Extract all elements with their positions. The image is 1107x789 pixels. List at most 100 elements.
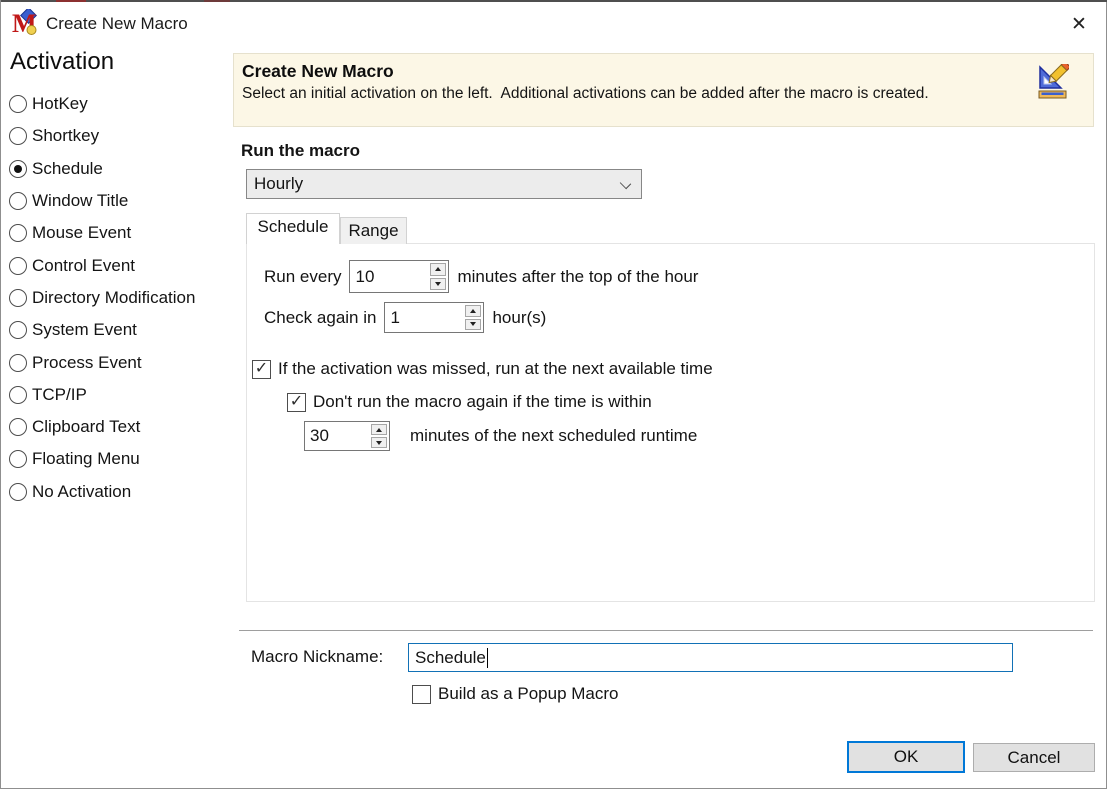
radio-icon <box>9 289 27 307</box>
ok-button[interactable]: OK <box>847 741 965 773</box>
triangle-down-icon <box>435 282 441 286</box>
sidebar-item-schedule[interactable]: Schedule <box>9 153 231 185</box>
checkmark-icon: ✓ <box>290 394 303 410</box>
radio-icon <box>9 127 27 145</box>
check-again-row: Check again in 1 hour(s) <box>264 302 546 333</box>
radio-icon <box>9 224 27 242</box>
spinner-buttons <box>371 424 387 448</box>
radio-icon <box>9 257 27 275</box>
close-icon[interactable]: ✕ <box>1059 8 1099 40</box>
sidebar-item-label: Clipboard Text <box>32 417 140 437</box>
triangle-up-icon <box>376 428 382 432</box>
within-minutes-spinner[interactable]: 30 <box>304 421 390 451</box>
sidebar-item-label: System Event <box>32 320 137 340</box>
banner-subtitle: Select an initial activation on the left… <box>242 85 1093 103</box>
window-title: Create New Macro <box>46 14 188 34</box>
cancel-button[interactable]: Cancel <box>973 743 1095 772</box>
macro-express-app-icon: M <box>12 9 39 37</box>
check-again-suffix: hour(s) <box>492 308 546 328</box>
check-again-spinner[interactable]: 1 <box>384 302 484 333</box>
triangle-up-icon <box>435 267 441 271</box>
sidebar-item-clipboard-text[interactable]: Clipboard Text <box>9 411 231 443</box>
within-minutes-suffix: minutes of the next scheduled runtime <box>410 426 697 446</box>
chevron-down-icon <box>620 178 631 189</box>
spinner-down-button[interactable] <box>465 319 481 331</box>
schedule-tab-panel: Run every 10 minutes after the top of th… <box>246 243 1095 602</box>
run-every-row: Run every 10 minutes after the top of th… <box>264 260 698 293</box>
spinner-down-button[interactable] <box>371 437 387 448</box>
sidebar-item-label: Window Title <box>32 191 128 211</box>
sidebar-item-tcpip[interactable]: TCP/IP <box>9 379 231 411</box>
frequency-dropdown[interactable]: Hourly <box>246 169 642 199</box>
sidebar-item-floating-menu[interactable]: Floating Menu <box>9 443 231 475</box>
dont-run-again-label: Don't run the macro again if the time is… <box>313 392 652 412</box>
tab-label: Range <box>348 221 398 241</box>
sidebar-item-label: TCP/IP <box>32 385 87 405</box>
check-again-value: 1 <box>390 308 399 328</box>
missed-activation-checkbox[interactable]: ✓ <box>252 360 271 379</box>
frequency-selected-value: Hourly <box>254 174 303 194</box>
spinner-up-button[interactable] <box>430 263 446 276</box>
radio-icon <box>9 95 27 113</box>
sidebar-item-label: Control Event <box>32 256 135 276</box>
sidebar-item-label: Process Event <box>32 353 142 373</box>
macro-nickname-label: Macro Nickname: <box>251 647 383 667</box>
sidebar-item-label: Floating Menu <box>32 449 140 469</box>
radio-icon <box>9 160 27 178</box>
spinner-up-button[interactable] <box>371 424 387 435</box>
sidebar-item-label: HotKey <box>32 94 88 114</box>
text-caret <box>487 648 488 668</box>
sidebar-item-label: Schedule <box>32 159 103 179</box>
run-every-suffix: minutes after the top of the hour <box>457 267 698 287</box>
sidebar-item-directory-modification[interactable]: Directory Modification <box>9 282 231 314</box>
radio-icon <box>9 354 27 372</box>
radio-icon <box>9 450 27 468</box>
sidebar-item-hotkey[interactable]: HotKey <box>9 88 231 120</box>
radio-icon <box>9 321 27 339</box>
popup-macro-row: ✓ Build as a Popup Macro <box>412 684 619 704</box>
sidebar-item-window-title[interactable]: Window Title <box>9 185 231 217</box>
drafting-tools-icon <box>1037 64 1069 100</box>
tab-range[interactable]: Range <box>340 217 407 244</box>
dont-run-again-checkbox[interactable]: ✓ <box>287 393 306 412</box>
check-again-label: Check again in <box>264 308 376 328</box>
activation-heading: Activation <box>10 48 114 76</box>
sidebar-item-no-activation[interactable]: No Activation <box>9 476 231 508</box>
info-banner: Create New Macro Select an initial activ… <box>233 53 1094 127</box>
triangle-up-icon <box>470 309 476 313</box>
popup-macro-label: Build as a Popup Macro <box>438 684 619 704</box>
within-minutes-row: 30 minutes of the next scheduled runtime <box>304 421 697 451</box>
triangle-down-icon <box>376 441 382 445</box>
sidebar-item-mouse-event[interactable]: Mouse Event <box>9 217 231 249</box>
macro-nickname-input[interactable]: Schedule <box>408 643 1013 672</box>
radio-icon <box>9 192 27 210</box>
run-the-macro-heading: Run the macro <box>241 141 360 161</box>
tab-schedule[interactable]: Schedule <box>246 213 340 244</box>
run-every-spinner[interactable]: 10 <box>349 260 449 293</box>
sidebar-item-label: Mouse Event <box>32 223 131 243</box>
run-every-label: Run every <box>264 267 341 287</box>
sidebar-item-label: No Activation <box>32 482 131 502</box>
spinner-buttons <box>430 263 446 290</box>
sidebar-item-control-event[interactable]: Control Event <box>9 249 231 281</box>
sidebar-item-process-event[interactable]: Process Event <box>9 346 231 378</box>
sidebar-item-shortkey[interactable]: Shortkey <box>9 120 231 152</box>
radio-icon <box>9 483 27 501</box>
missed-activation-row: ✓ If the activation was missed, run at t… <box>252 359 713 379</box>
popup-macro-checkbox[interactable]: ✓ <box>412 685 431 704</box>
footer-divider <box>239 630 1093 631</box>
radio-icon <box>9 418 27 436</box>
spinner-down-button[interactable] <box>430 278 446 291</box>
dont-run-again-row: ✓ Don't run the macro again if the time … <box>287 392 652 412</box>
activation-radio-list: HotKey Shortkey Schedule Window Title Mo… <box>9 88 231 508</box>
spinner-buttons <box>465 305 481 330</box>
checkmark-icon: ✓ <box>255 361 268 377</box>
radio-icon <box>9 386 27 404</box>
spinner-up-button[interactable] <box>465 305 481 317</box>
within-minutes-value: 30 <box>310 426 329 446</box>
sidebar-item-system-event[interactable]: System Event <box>9 314 231 346</box>
missed-activation-label: If the activation was missed, run at the… <box>278 359 713 379</box>
sidebar-item-label: Shortkey <box>32 126 99 146</box>
run-every-value: 10 <box>355 267 374 287</box>
create-new-macro-dialog: M Create New Macro ✕ Activation HotKey S… <box>0 0 1107 789</box>
